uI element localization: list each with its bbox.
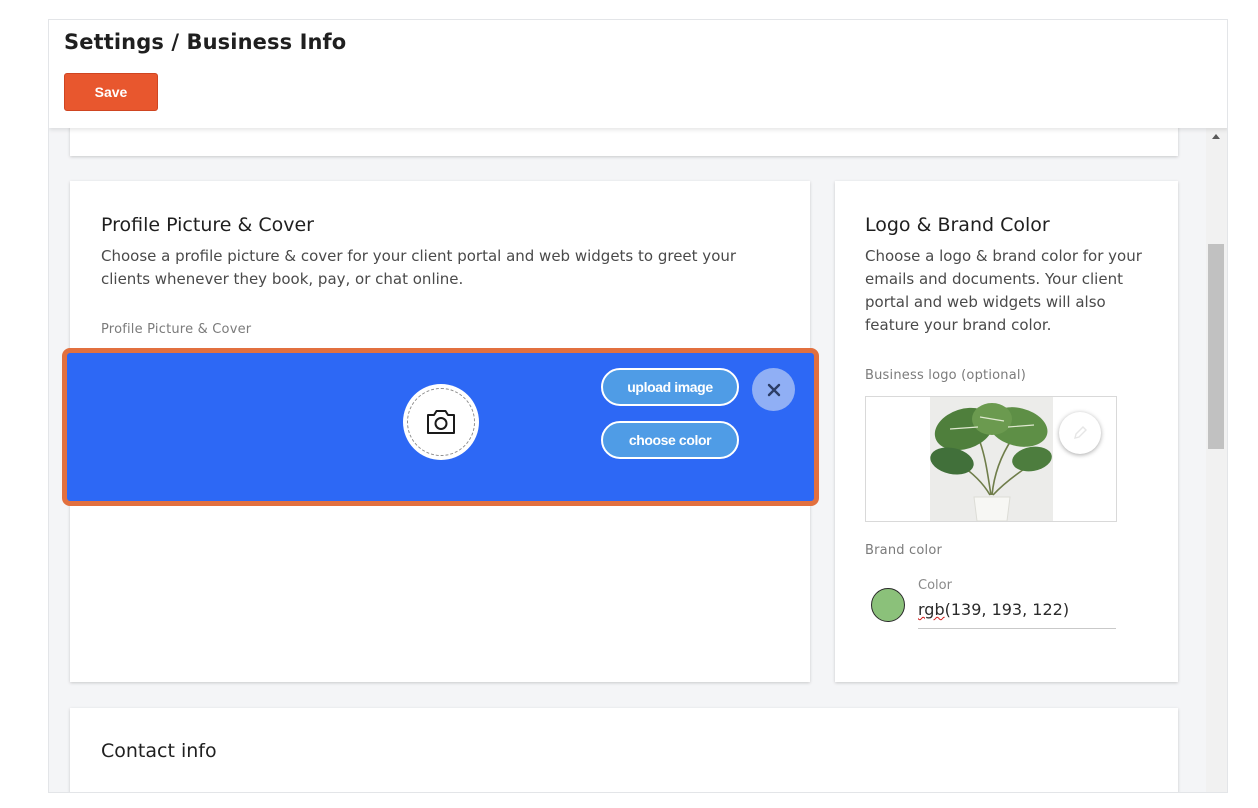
profile-card-title: Profile Picture & Cover [101,214,314,236]
logo-card-description: Choose a logo & brand color for your ema… [865,247,1142,334]
page-header: Settings / Business Info Save [49,20,1227,128]
save-button[interactable]: Save [64,73,158,111]
brand-color-swatch[interactable] [871,588,905,622]
cover-image-area[interactable]: upload image choose color [62,348,819,506]
profile-field-label: Profile Picture & Cover [101,322,252,337]
page-title: Settings / Business Info [64,30,347,54]
color-value-rest: (139, 193, 122) [944,600,1070,619]
contact-info-card: Contact info [70,708,1178,792]
close-cover-button[interactable] [752,368,795,411]
logo-card-title: Logo & Brand Color [865,214,1050,236]
business-logo-label: Business logo (optional) [865,368,1026,383]
choose-color-button[interactable]: choose color [601,421,739,459]
profile-card-description: Choose a profile picture & cover for you… [101,247,737,288]
scrollbar-thumb[interactable] [1208,244,1224,449]
close-icon [767,383,780,396]
upload-image-button[interactable]: upload image [601,368,739,406]
brand-color-input[interactable]: rgb(139, 193, 122) [918,600,1116,629]
camera-icon [427,410,455,434]
color-field-label: Color [918,578,952,593]
business-logo-box[interactable] [865,396,1117,522]
edit-logo-button[interactable] [1059,412,1101,454]
settings-window: Settings / Business Info Save Profile Pi… [48,19,1228,793]
profile-picture-upload[interactable] [403,384,479,460]
pencil-icon [1074,426,1087,439]
color-value-prefix: rgb [918,600,945,619]
brand-color-label: Brand color [865,543,943,558]
logo-brand-card: Logo & Brand Color Choose a logo & brand… [835,181,1178,682]
vertical-scrollbar[interactable] [1206,128,1227,792]
scroll-up-arrow-icon[interactable] [1212,134,1220,139]
plant-logo-image [930,397,1053,521]
contact-card-title: Contact info [101,740,217,762]
